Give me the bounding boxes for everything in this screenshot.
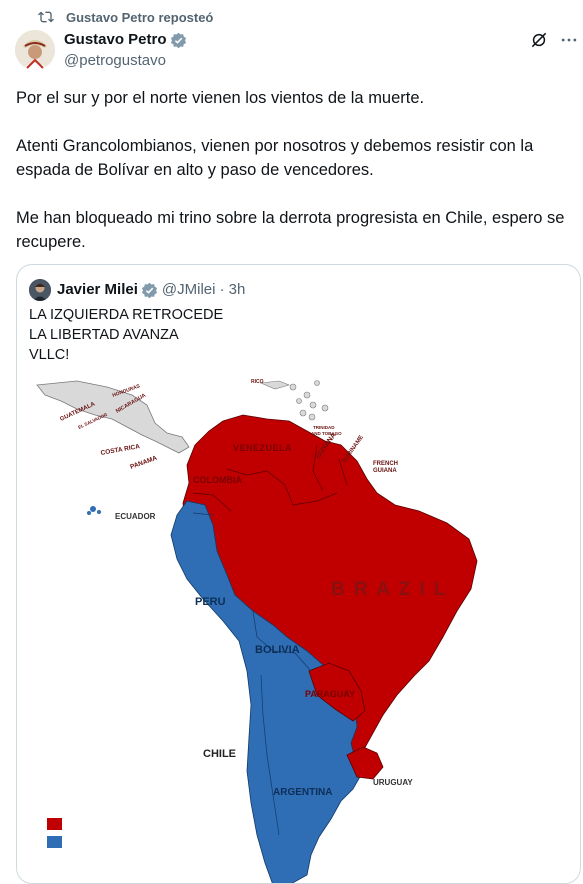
map-label-french-guiana-1: FRENCH [373,461,398,467]
map-label-french-guiana-2: GUIANA [373,468,397,474]
quoted-author-handle[interactable]: @JMilei [162,281,216,299]
grok-icon[interactable] [529,30,549,50]
legend-swatch-blue [47,836,62,848]
south-america-map[interactable]: GUATEMALA HONDURAS EL SALVADOR NICARAGUA… [17,375,581,884]
map-label-panama: PANAMA [129,455,158,471]
quoted-line: LA IZQUIERDA RETROCEDE [29,307,224,323]
repost-label: Gustavo Petro reposteó [66,9,214,25]
avatar[interactable] [15,30,55,70]
quoted-timestamp[interactable]: · 3h [219,281,245,299]
map-label-trinidad-1: TRINIDAD [313,425,335,430]
author-handle[interactable]: @petrogustavo [64,51,187,71]
map-label-brazil: B R A Z I L [331,579,448,600]
quoted-tweet[interactable]: Javier Milei @JMilei · 3h LA IZQUIERDA R… [16,264,581,884]
galapagos-islands [87,506,101,515]
map-label-peru: PERU [195,596,226,608]
map-label-argentina: ARGENTINA [273,787,332,798]
map-label-costa-rica: COSTA RICA [100,443,141,457]
tweet-text: Por el sur y por el norte vienen los vie… [16,86,571,278]
top-actions [529,30,579,50]
verified-badge-icon [170,32,186,48]
author-name[interactable]: Gustavo Petro [64,31,167,49]
more-options-icon[interactable] [559,30,579,50]
quoted-line: LA LIBERTAD AVANZA [29,327,179,343]
tweet-paragraph: Atenti Grancolombianos, vienen por nosot… [16,137,534,179]
quoted-header: Javier Milei @JMilei · 3h [29,279,245,301]
map-label-venezuela: VENEZUELA [233,443,292,453]
map-legend [47,818,62,854]
verified-badge-icon [141,282,157,298]
repost-indicator: Gustavo Petro reposteó [38,9,213,25]
tweet-paragraph: Por el sur y por el norte vienen los vie… [16,89,425,107]
quoted-line: VLLC! [29,347,70,363]
map-label-trinidad-2: AND TOBAGO [311,431,342,436]
quoted-author-name[interactable]: Javier Milei [57,281,138,299]
caribbean-islands [259,380,329,421]
map-label-uruguay: URUGUAY [373,778,413,787]
map-label-rico: RICO [251,379,264,385]
quoted-text: LA IZQUIERDA RETROCEDE LA LIBERTAD AVANZ… [29,305,223,365]
quoted-avatar[interactable] [29,279,51,301]
map-label-ecuador: ECUADOR [115,512,156,521]
tweet-paragraph: Me han bloqueado mi trino sobre la derro… [16,209,565,251]
legend-swatch-red [47,818,62,830]
map-label-bolivia: BOLIVIA [255,644,300,656]
author-block: Gustavo Petro @petrogustavo [64,31,187,71]
map-label-colombia: COLOMBIA [193,475,242,485]
repost-icon [38,11,54,23]
map-label-chile: CHILE [203,748,236,760]
map-label-paraguay: PARAGUAY [305,689,355,699]
